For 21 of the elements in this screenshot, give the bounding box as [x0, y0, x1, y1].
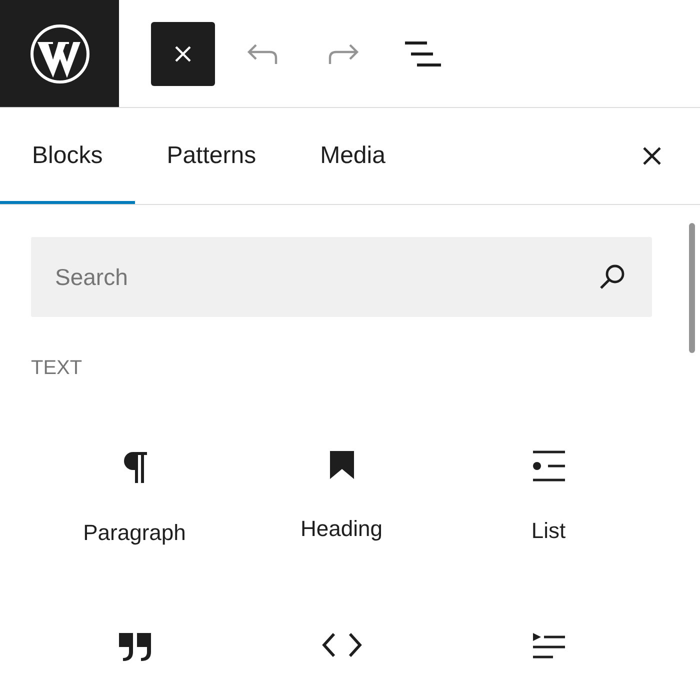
code-icon [322, 632, 362, 658]
close-icon [641, 145, 663, 167]
quote-icon [118, 632, 152, 662]
block-item[interactable]: Heading [238, 450, 445, 570]
block-item[interactable]: Paragraph [31, 450, 238, 570]
tab[interactable]: Blocks [0, 108, 135, 204]
list-icon [532, 450, 566, 482]
logo-button[interactable] [0, 0, 119, 107]
search-field[interactable]: Search [31, 237, 652, 317]
close-icon [173, 44, 193, 64]
wordpress-logo-icon [28, 22, 90, 84]
section-heading: TEXT [31, 357, 84, 380]
close-button[interactable] [151, 22, 215, 86]
tab[interactable]: Media [288, 108, 418, 204]
redo-icon [326, 42, 360, 66]
block-item[interactable]: List [445, 450, 652, 570]
bookmark-icon [328, 450, 354, 480]
details-icon [532, 632, 566, 660]
undo-icon [246, 42, 280, 66]
tab[interactable]: Patterns [134, 108, 288, 204]
list-view-icon [403, 38, 443, 68]
